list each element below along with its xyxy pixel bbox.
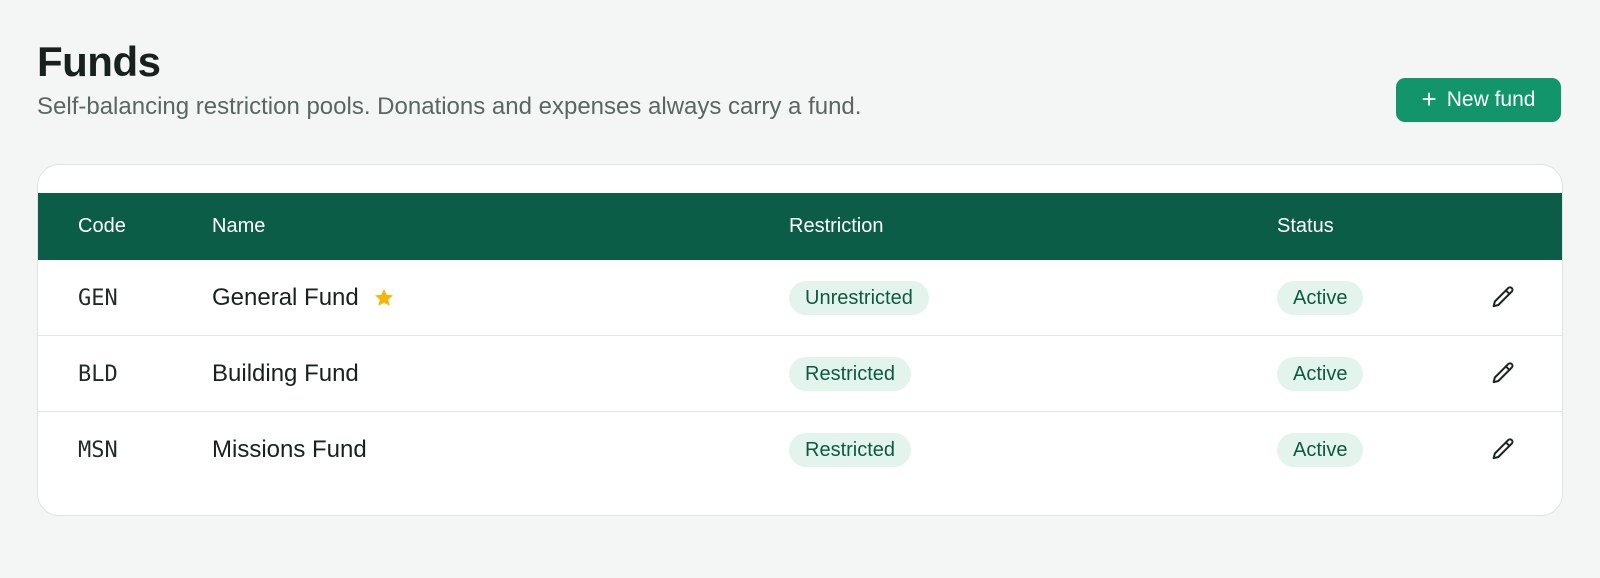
status-badge: Active [1277, 433, 1364, 467]
funds-table: Code Name Restriction Status GEN General… [37, 164, 1563, 516]
pencil-icon [1492, 438, 1514, 460]
restriction-badge: Unrestricted [789, 281, 929, 315]
fund-name: Missions Fund [212, 436, 367, 463]
fund-code: BLD [78, 361, 118, 387]
status-badge: Active [1277, 281, 1364, 315]
column-header-code: Code [78, 215, 126, 237]
edit-button[interactable] [1486, 433, 1520, 467]
new-fund-label: New fund [1446, 88, 1536, 111]
fund-code: GEN [78, 285, 118, 311]
fund-name: General Fund [212, 284, 359, 311]
table-row: MSN Missions Fund Restricted Active [38, 412, 1562, 488]
new-fund-button[interactable]: + New fund [1396, 78, 1561, 122]
funds-page: Funds Self-balancing restriction pools. … [0, 0, 1600, 578]
restriction-badge: Restricted [789, 433, 912, 467]
column-header-restriction: Restriction [789, 215, 884, 237]
fund-code: MSN [78, 437, 118, 463]
page-subtitle: Self-balancing restriction pools. Donati… [37, 93, 862, 120]
restriction-badge: Restricted [789, 357, 912, 391]
edit-button[interactable] [1486, 357, 1520, 391]
table-row: GEN General Fund Unrestricted Active [38, 260, 1562, 336]
column-header-status: Status [1277, 215, 1334, 237]
page-title: Funds [37, 38, 161, 85]
pencil-icon [1492, 286, 1514, 308]
fund-name: Building Fund [212, 360, 359, 387]
column-header-name: Name [212, 215, 266, 237]
table-header: Code Name Restriction Status [38, 193, 1562, 260]
status-badge: Active [1277, 357, 1364, 391]
star-icon [374, 289, 393, 306]
pencil-icon [1492, 362, 1514, 384]
plus-icon: + [1421, 84, 1437, 114]
table-row: BLD Building Fund Restricted Active [38, 336, 1562, 412]
edit-button[interactable] [1486, 281, 1520, 315]
